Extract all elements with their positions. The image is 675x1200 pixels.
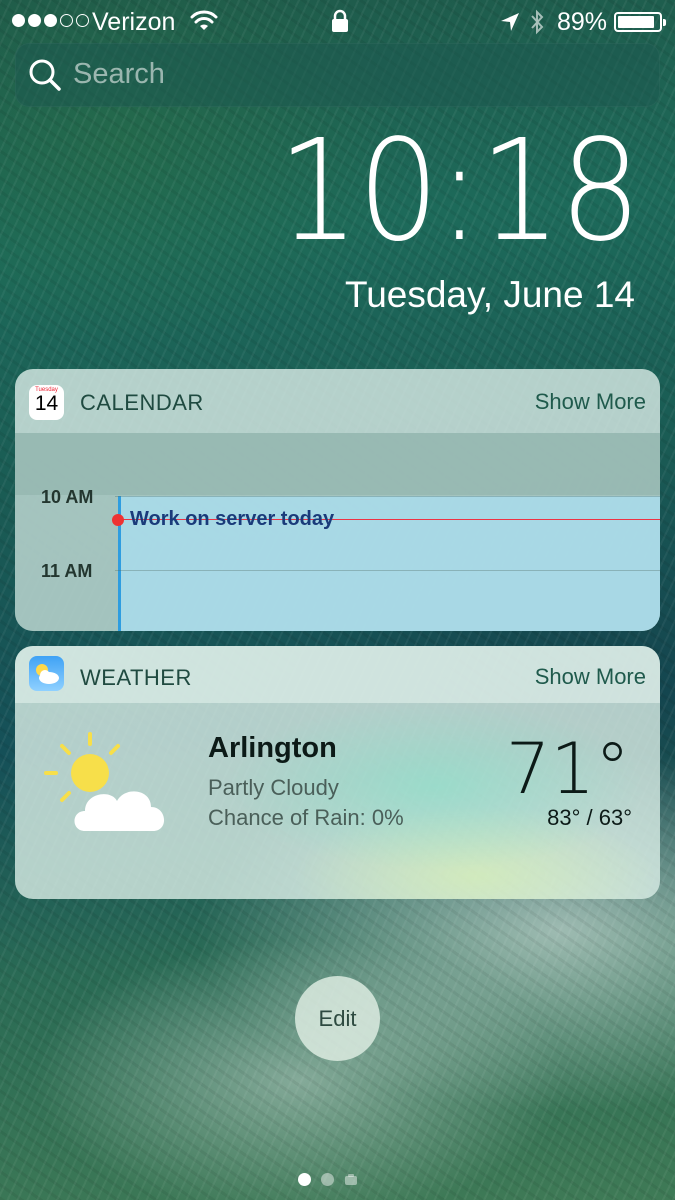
- weather-app-glyph: [36, 664, 59, 684]
- camera-icon[interactable]: [344, 1173, 358, 1186]
- search-placeholder: Search: [73, 58, 165, 90]
- signal-dot: [12, 14, 25, 27]
- weather-widget[interactable]: WEATHER Show More Arlington Partly Cloud…: [15, 646, 660, 899]
- signal-dot: [28, 14, 41, 27]
- partly-cloudy-icon: [44, 732, 165, 831]
- weather-show-more-button[interactable]: Show More: [535, 664, 646, 690]
- search-field[interactable]: Search: [15, 43, 660, 107]
- battery-fill: [618, 16, 654, 28]
- carrier-name: Verizon: [92, 8, 176, 36]
- battery-percentage: 89%: [557, 8, 608, 36]
- hour-gridline: [115, 570, 660, 571]
- high-low-temperature: 83° / 63°: [547, 805, 632, 830]
- page-dot-today[interactable]: [298, 1173, 311, 1186]
- battery-icon: [614, 12, 666, 32]
- lock-screen-date: Tuesday, June 14: [344, 274, 635, 315]
- signal-dot: [76, 14, 89, 27]
- calendar-timeline-top: [15, 433, 660, 495]
- calendar-event-title: Work on server today: [130, 508, 335, 530]
- calendar-show-more-button[interactable]: Show More: [535, 389, 646, 415]
- hour-gridline: [115, 496, 660, 497]
- weather-widget-title: WEATHER: [80, 665, 192, 690]
- calendar-widget[interactable]: Tuesday 14 CALENDAR Show More 10 AM 11 A…: [15, 369, 660, 631]
- weather-condition: Partly Cloudy: [208, 775, 339, 800]
- calendar-timeline: 10 AM 11 AM Work on server today: [15, 433, 660, 631]
- page-indicator[interactable]: [298, 1173, 358, 1186]
- edit-widgets-button[interactable]: Edit: [295, 976, 380, 1061]
- weather-location: Arlington: [208, 732, 337, 764]
- location-icon: [501, 13, 519, 31]
- hour-label-11am: 11 AM: [41, 561, 93, 581]
- battery-nub: [663, 19, 666, 26]
- chance-of-rain: Chance of Rain: 0%: [208, 805, 404, 830]
- lock-screen-time: 10:18: [277, 110, 641, 273]
- bluetooth-icon: [531, 9, 544, 35]
- calendar-app-icon: Tuesday 14: [29, 385, 64, 420]
- page-dot-lock[interactable]: [321, 1173, 334, 1186]
- calendar-widget-title: CALENDAR: [80, 390, 204, 415]
- current-time-dot: [112, 514, 124, 526]
- search-icon: [29, 59, 61, 91]
- weather-app-icon: [29, 656, 64, 691]
- signal-dot: [44, 14, 57, 27]
- weather-widget-header: WEATHER Show More: [15, 646, 660, 710]
- calendar-icon-date: 14: [34, 392, 59, 415]
- wifi-icon: [190, 10, 218, 30]
- lock-icon: [332, 9, 348, 32]
- status-bar: Verizon 89%: [0, 0, 675, 42]
- signal-dot: [60, 14, 73, 27]
- hour-label-10am: 10 AM: [41, 487, 94, 507]
- calendar-widget-header: Tuesday 14 CALENDAR Show More: [15, 369, 660, 433]
- current-temperature: 71°: [505, 728, 630, 810]
- signal-strength-icon: [12, 14, 89, 27]
